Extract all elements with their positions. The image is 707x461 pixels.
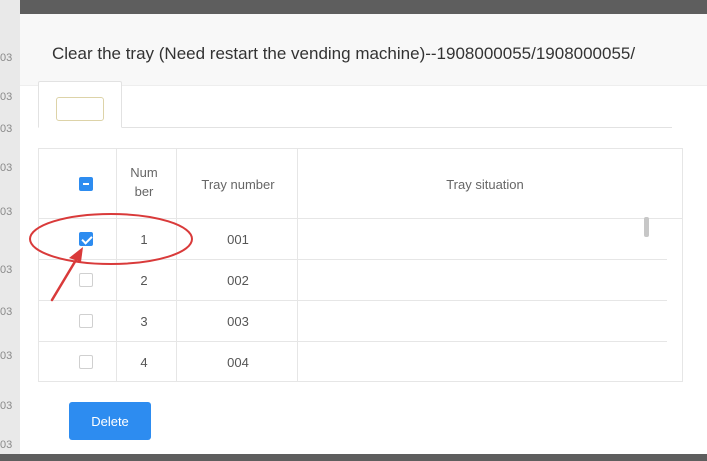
tray-table: Num ber Tray number Tray situation 1 001… <box>38 148 683 382</box>
row-number: 3 <box>140 314 148 329</box>
table-row[interactable]: 1 001 <box>39 219 667 260</box>
row-tray-number: 002 <box>227 273 249 288</box>
background-row-label: 03 <box>0 162 13 174</box>
background-top-bar <box>0 0 707 14</box>
header-tray-situation: Tray situation <box>446 177 524 192</box>
background-row-label: 03 <box>0 350 13 362</box>
table-row[interactable]: 3 003 <box>39 301 667 342</box>
header-number: Num ber <box>130 165 158 199</box>
row-tray-number: 003 <box>227 314 249 329</box>
background-row-label: 03 <box>0 400 13 412</box>
header-tray-number: Tray number <box>201 177 275 192</box>
table-scrollbar[interactable] <box>644 217 649 237</box>
tab-bar-divider <box>38 127 672 128</box>
column-separator <box>682 149 683 382</box>
background-row-label: 03 <box>0 123 13 135</box>
dialog-title: Clear the tray (Need restart the vending… <box>52 44 636 63</box>
table-row[interactable]: 4 004 <box>39 342 667 381</box>
background-row-label: 03 <box>0 439 13 451</box>
background-row-label: 03 <box>0 264 13 276</box>
background-row-label: 03 <box>0 306 13 318</box>
background-row-label: 03 <box>0 52 13 64</box>
background-bottom-bar <box>0 454 707 461</box>
row-number: 1 <box>140 232 148 247</box>
table-header: Num ber Tray number Tray situation <box>39 149 682 219</box>
select-all-checkbox[interactable] <box>79 177 93 191</box>
row-checkbox[interactable] <box>79 355 93 369</box>
background-page-strip <box>0 0 20 461</box>
row-checkbox[interactable] <box>79 273 93 287</box>
row-number: 2 <box>140 273 148 288</box>
delete-button[interactable]: Delete <box>69 402 151 440</box>
row-checkbox[interactable] <box>79 314 93 328</box>
row-number: 4 <box>140 355 148 370</box>
row-tray-number: 004 <box>227 355 249 370</box>
row-checkbox[interactable] <box>79 232 93 246</box>
dialog-header: Clear the tray (Need restart the vending… <box>20 14 707 86</box>
tab-active[interactable] <box>38 81 122 128</box>
tab-label-box <box>56 97 104 121</box>
background-row-label: 03 <box>0 206 13 218</box>
background-row-label: 03 <box>0 91 13 103</box>
row-tray-number: 001 <box>227 232 249 247</box>
table-row[interactable]: 2 002 <box>39 260 667 301</box>
